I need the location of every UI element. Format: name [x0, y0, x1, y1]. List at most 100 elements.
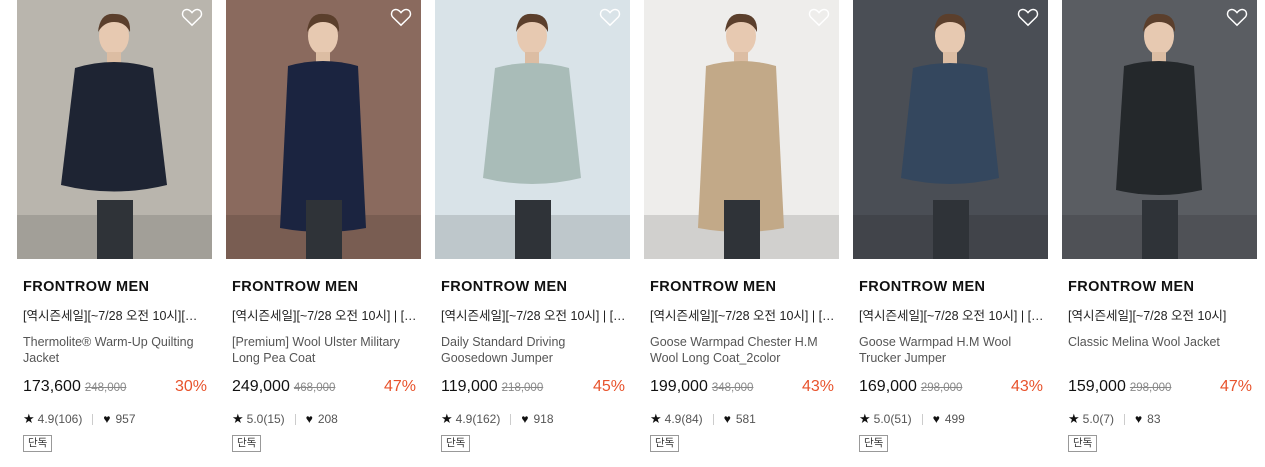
heart-filled-icon: ♥: [723, 412, 731, 426]
discount-rate: 30%: [174, 378, 207, 395]
sale-price: 119,000: [441, 378, 498, 395]
price-row: 169,000 298,000 43%: [853, 378, 1048, 400]
promo-text[interactable]: [역시즌세일][~7/28 오전 10시] | […: [853, 305, 1048, 324]
product-card[interactable]: FRONTROW MEN [역시즌세일][~7/28 오전 10시] | [… …: [435, 0, 630, 452]
like-count: 499: [944, 412, 965, 426]
exclusive-badge: 단독: [23, 435, 53, 452]
product-photo[interactable]: [853, 0, 1048, 259]
price-row: 249,000 468,000 47%: [226, 378, 421, 400]
heart-filled-icon: ♥: [521, 412, 529, 426]
review-meta: ★ 5.0(51) ♥ 499: [853, 410, 1048, 428]
price-row: 199,000 348,000 43%: [644, 378, 839, 400]
heart-filled-icon: ♥: [1135, 412, 1143, 426]
star-icon: ★: [232, 411, 244, 426]
original-price: 298,000: [920, 382, 963, 394]
heart-filled-icon: ♥: [103, 412, 111, 426]
brand-name[interactable]: FRONTROW MEN: [226, 279, 421, 295]
product-image[interactable]: [226, 0, 421, 259]
original-price: 218,000: [501, 382, 544, 394]
brand-name[interactable]: FRONTROW MEN: [644, 279, 839, 295]
product-image[interactable]: [644, 0, 839, 259]
like-count: 83: [1147, 412, 1161, 426]
original-price: 348,000: [711, 382, 754, 394]
product-photo[interactable]: [1062, 0, 1257, 259]
original-price: 298,000: [1129, 382, 1172, 394]
wishlist-heart-icon[interactable]: [599, 7, 621, 27]
product-name[interactable]: Goose Warmpad H.M Wool Trucker Jumper: [853, 334, 1048, 366]
review-meta: ★ 4.9(84) ♥ 581: [644, 410, 839, 428]
product-photo[interactable]: [435, 0, 630, 259]
rating-text: 4.9(106): [37, 412, 83, 426]
product-name[interactable]: Daily Standard Driving Goosedown Jumper: [435, 334, 630, 366]
exclusive-badge: 단독: [232, 435, 262, 452]
promo-text[interactable]: [역시즌세일][~7/28 오전 10시][기…: [17, 305, 212, 324]
original-price: 468,000: [293, 382, 336, 394]
product-card[interactable]: FRONTROW MEN [역시즌세일][~7/28 오전 10시][기… Th…: [17, 0, 212, 452]
promo-text[interactable]: [역시즌세일][~7/28 오전 10시] | […: [644, 305, 839, 324]
discount-rate: 47%: [383, 378, 416, 395]
exclusive-badge: 단독: [441, 435, 471, 452]
review-meta: ★ 5.0(7) ♥ 83: [1062, 410, 1257, 428]
divider: [1124, 413, 1126, 425]
product-name[interactable]: [Premium] Wool Ulster Military Long Pea …: [226, 334, 421, 366]
original-price: 248,000: [84, 382, 127, 394]
product-photo[interactable]: [226, 0, 421, 259]
wishlist-heart-icon[interactable]: [390, 7, 412, 27]
like-count: 957: [115, 412, 136, 426]
promo-text[interactable]: [역시즌세일][~7/28 오전 10시]: [1062, 305, 1257, 324]
review-meta: ★ 4.9(162) ♥ 918: [435, 410, 630, 428]
rating-text: 4.9(162): [455, 412, 501, 426]
wishlist-heart-icon[interactable]: [808, 7, 830, 27]
star-icon: ★: [441, 411, 453, 426]
product-photo[interactable]: [17, 0, 212, 259]
divider: [92, 413, 94, 425]
wishlist-heart-icon[interactable]: [1017, 7, 1039, 27]
product-card[interactable]: FRONTROW MEN [역시즌세일][~7/28 오전 10시] Class…: [1062, 0, 1257, 452]
product-image[interactable]: [17, 0, 212, 259]
heart-filled-icon: ♥: [305, 412, 313, 426]
price-row: 173,600 248,000 30%: [17, 378, 212, 400]
discount-rate: 47%: [1219, 378, 1252, 395]
product-card[interactable]: FRONTROW MEN [역시즌세일][~7/28 오전 10시] | [… …: [644, 0, 839, 452]
product-photo[interactable]: [644, 0, 839, 259]
sale-price: 159,000: [1068, 378, 1126, 395]
promo-text[interactable]: [역시즌세일][~7/28 오전 10시] | […: [435, 305, 630, 324]
product-card[interactable]: FRONTROW MEN [역시즌세일][~7/28 오전 10시] | [… …: [226, 0, 421, 452]
product-image[interactable]: [1062, 0, 1257, 259]
brand-name[interactable]: FRONTROW MEN: [1062, 279, 1257, 295]
discount-rate: 45%: [592, 378, 625, 395]
divider: [510, 413, 512, 425]
brand-name[interactable]: FRONTROW MEN: [17, 279, 212, 295]
product-image[interactable]: [853, 0, 1048, 259]
product-name[interactable]: Goose Warmpad Chester H.M Wool Long Coat…: [644, 334, 839, 366]
wishlist-heart-icon[interactable]: [1226, 7, 1248, 27]
discount-rate: 43%: [801, 378, 834, 395]
review-meta: ★ 5.0(15) ♥ 208: [226, 410, 421, 428]
sale-price: 173,600: [23, 378, 81, 395]
divider: [712, 413, 714, 425]
like-count: 581: [735, 412, 756, 426]
star-icon: ★: [650, 411, 662, 426]
star-icon: ★: [1068, 411, 1080, 426]
rating-text: 4.9(84): [664, 412, 703, 426]
product-name[interactable]: Thermolite® Warm-Up Quilting Jacket: [17, 334, 212, 366]
sale-price: 169,000: [859, 378, 917, 395]
price-row: 159,000 298,000 47%: [1062, 378, 1257, 400]
product-image[interactable]: [435, 0, 630, 259]
exclusive-badge: 단독: [1068, 435, 1098, 452]
divider: [921, 413, 923, 425]
review-meta: ★ 4.9(106) ♥ 957: [17, 410, 212, 428]
divider: [294, 413, 296, 425]
discount-rate: 43%: [1010, 378, 1043, 395]
like-count: 918: [533, 412, 554, 426]
price-row: 119,000 218,000 45%: [435, 378, 630, 400]
sale-price: 199,000: [650, 378, 708, 395]
product-card[interactable]: FRONTROW MEN [역시즌세일][~7/28 오전 10시] | [… …: [853, 0, 1048, 452]
promo-text[interactable]: [역시즌세일][~7/28 오전 10시] | […: [226, 305, 421, 324]
brand-name[interactable]: FRONTROW MEN: [435, 279, 630, 295]
wishlist-heart-icon[interactable]: [181, 7, 203, 27]
rating-text: 5.0(51): [873, 412, 912, 426]
star-icon: ★: [859, 411, 871, 426]
brand-name[interactable]: FRONTROW MEN: [853, 279, 1048, 295]
product-name[interactable]: Classic Melina Wool Jacket: [1062, 334, 1257, 366]
